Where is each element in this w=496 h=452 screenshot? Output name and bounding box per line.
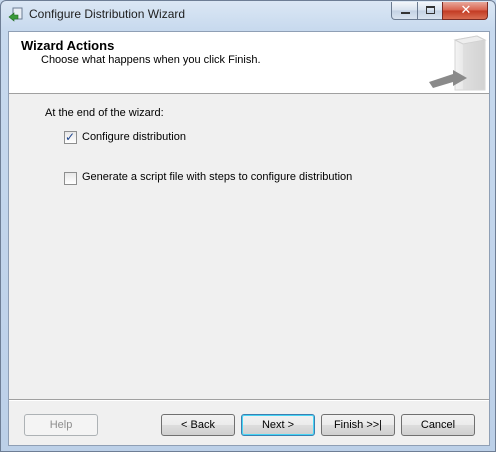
window-title: Configure Distribution Wizard xyxy=(29,7,186,21)
page-subtitle: Choose what happens when you click Finis… xyxy=(41,54,261,66)
page-title: Wizard Actions xyxy=(21,38,115,53)
wizard-header: Wizard Actions Choose what happens when … xyxy=(9,32,489,94)
next-button[interactable]: Next > xyxy=(241,414,315,436)
generate-script-label[interactable]: Generate a script file with steps to con… xyxy=(82,171,352,183)
maximize-icon xyxy=(426,6,435,14)
wizard-app-icon xyxy=(8,7,23,22)
wizard-window: Configure Distribution Wizard ✕ Wizard A… xyxy=(0,0,496,452)
checkmark-icon: ✓ xyxy=(65,130,76,144)
back-button[interactable]: < Back xyxy=(161,414,235,436)
help-button[interactable]: Help xyxy=(24,414,98,436)
close-icon: ✕ xyxy=(460,3,472,18)
actions-prompt: At the end of the wizard: xyxy=(45,107,164,119)
generate-script-checkbox[interactable] xyxy=(64,172,77,185)
minimize-icon xyxy=(401,12,410,14)
minimize-button[interactable] xyxy=(391,2,418,20)
configure-distribution-checkbox[interactable]: ✓ xyxy=(64,130,77,144)
title-bar[interactable]: Configure Distribution Wizard ✕ xyxy=(1,1,495,29)
server-arrow-icon xyxy=(429,35,487,91)
close-button[interactable]: ✕ xyxy=(442,2,488,20)
wizard-footer: Help < Back Next > Finish >>| Cancel xyxy=(9,401,489,445)
wizard-client-area: Wizard Actions Choose what happens when … xyxy=(8,31,490,446)
cancel-button[interactable]: Cancel xyxy=(401,414,475,436)
configure-distribution-label[interactable]: Configure distribution xyxy=(82,131,186,143)
maximize-button[interactable] xyxy=(417,2,443,20)
finish-button[interactable]: Finish >>| xyxy=(321,414,395,436)
